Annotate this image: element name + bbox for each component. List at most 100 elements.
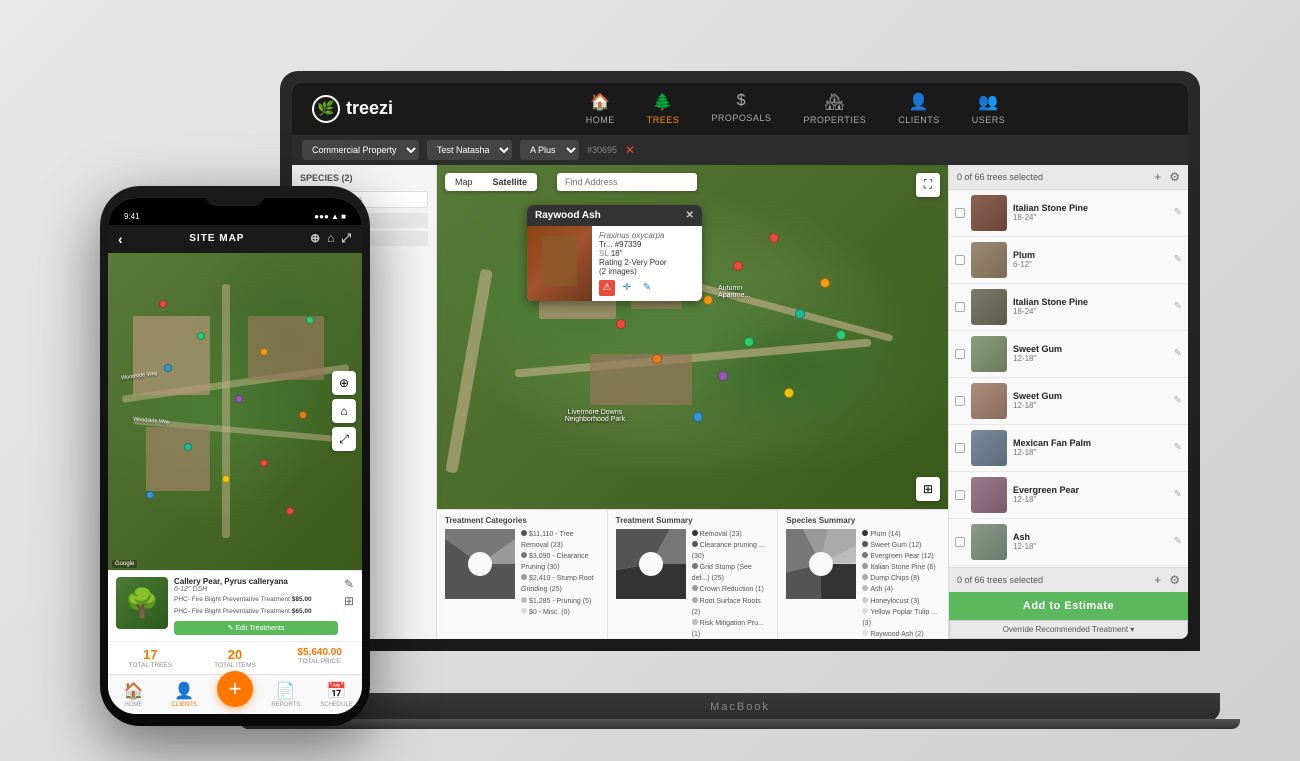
tree-checkbox-4[interactable] — [955, 349, 965, 359]
phone-pin-3[interactable] — [164, 364, 172, 372]
phone-stat-price: $5,640.00 TOTAL PRICE — [277, 647, 362, 669]
tree-checkbox-7[interactable] — [955, 490, 965, 500]
tree-pin-2[interactable] — [703, 295, 713, 305]
phone-pin-12[interactable] — [286, 507, 294, 515]
tree-list-item[interactable]: Ash 12-18" ✎ — [949, 519, 1188, 566]
add-to-estimate-button[interactable]: Add to Estimate — [949, 592, 1188, 620]
tree-list-item[interactable]: Sweet Gum 12-18" ✎ — [949, 378, 1188, 425]
tree-pin-5[interactable] — [718, 371, 728, 381]
tree-pin-3[interactable] — [744, 337, 754, 347]
phone-nav-reports[interactable]: 📄 REPORTS — [260, 675, 311, 714]
tree-popup-icons: ⚠ ✛ ✎ — [599, 280, 667, 296]
phone-pin-1[interactable] — [159, 300, 167, 308]
treatment-summary-pie — [616, 529, 686, 599]
phone-edit-treatments-button[interactable]: ✎ Edit Treatments — [174, 621, 338, 635]
phone-pin-11[interactable] — [146, 491, 154, 499]
tree-edit-2[interactable]: ✎ — [1174, 254, 1182, 265]
tree-checkbox-1[interactable] — [955, 208, 965, 218]
tree-edit-6[interactable]: ✎ — [1174, 442, 1182, 453]
tree-checkbox-6[interactable] — [955, 443, 965, 453]
nav-users-label: USERS — [972, 115, 1006, 125]
phone-nav-clients[interactable]: 👤 CLIENTS — [159, 675, 210, 714]
phone-add-button[interactable]: + — [217, 671, 253, 707]
phone-map-btn-1[interactable]: ⊕ — [332, 371, 356, 395]
phone-nav-home[interactable]: 🏠 HOME — [108, 675, 159, 714]
tree-pin-6[interactable] — [795, 309, 805, 319]
tree-pin-11[interactable] — [693, 412, 703, 422]
tree-edit-3[interactable]: ✎ — [1174, 301, 1182, 312]
tree-list-item[interactable]: Mexican Fan Palm 12-18" ✎ — [949, 425, 1188, 472]
tree-list-item[interactable]: Italian Stone Pine 18-24" ✎ — [949, 284, 1188, 331]
scene: 🌿 treezi 🏠 HOME 🌲 TREES — [100, 21, 1200, 741]
tree-edit-7[interactable]: ✎ — [1174, 489, 1182, 500]
map-layers-button[interactable]: ⊞ — [916, 477, 940, 501]
tree-info-5: Sweet Gum 12-18" — [1013, 391, 1168, 410]
client-select[interactable]: Test Natasha — [427, 140, 512, 160]
tree-list-item[interactable]: Sweet Gum 12-18" ✎ — [949, 331, 1188, 378]
tree-size-7: 12-18" — [1013, 495, 1168, 504]
nav-trees[interactable]: 🌲 TREES — [631, 86, 696, 131]
tree-edit-5[interactable]: ✎ — [1174, 395, 1182, 406]
edit-icon[interactable]: ✎ — [639, 280, 655, 296]
phone-back-button[interactable]: ‹ — [118, 231, 124, 247]
phone-copy-icon[interactable]: ⊞ — [344, 594, 354, 608]
tree-scientific-name: Fraxinus oxycarpa — [599, 231, 667, 240]
map-tab-map[interactable]: Map — [445, 173, 483, 191]
settings-icon[interactable]: ⚙ — [1169, 170, 1180, 184]
nav-proposals-label: PROPOSALS — [711, 113, 771, 123]
popup-close-icon[interactable]: ✕ — [686, 210, 694, 221]
phone-home-icon[interactable]: ⌂ — [327, 231, 335, 246]
phone-nav-schedule[interactable]: 📅 SCHEDULE — [311, 675, 362, 714]
tree-list-item[interactable]: Evergreen Pear 12-18" ✎ — [949, 472, 1188, 519]
tree-edit-4[interactable]: ✎ — [1174, 348, 1182, 359]
tree-edit-8[interactable]: ✎ — [1174, 536, 1182, 547]
tree-info-4: Sweet Gum 12-18" — [1013, 344, 1168, 363]
species-summary-content: Plum (14) Sweet Gum (12) Evergreen Pear … — [786, 529, 940, 639]
tree-edit-1[interactable]: ✎ — [1174, 207, 1182, 218]
treatment-categories-chart: Treatment Categories — [437, 510, 608, 639]
phone-resize-icon[interactable]: ⤢ — [341, 231, 352, 246]
tree-checkbox-8[interactable] — [955, 537, 965, 547]
tree-list-item[interactable]: Italian Stone Pine 18-24" ✎ — [949, 190, 1188, 237]
tree-info-2: Plum 6-12" — [1013, 250, 1168, 269]
add-tree-button[interactable]: + — [1154, 170, 1161, 184]
tree-pin-10[interactable] — [836, 330, 846, 340]
tree-thumbnail-2 — [971, 242, 1007, 278]
tree-rating: Rating 2-Very Poor — [599, 258, 667, 267]
property-type-select[interactable]: Commercial Property — [302, 140, 419, 160]
tree-checkbox-2[interactable] — [955, 255, 965, 265]
tree-checkbox-5[interactable] — [955, 396, 965, 406]
fullscreen-button[interactable]: ⛶ — [916, 173, 940, 197]
phone-pin-5[interactable] — [235, 395, 243, 403]
phone-map-controls: ⊕ ⌂ ⤢ — [332, 371, 356, 451]
map-tab-satellite[interactable]: Satellite — [483, 173, 538, 191]
nav-users[interactable]: 👥 USERS — [956, 86, 1022, 131]
nav-proposals[interactable]: $ PROPOSALS — [695, 86, 787, 131]
tree-pin-7[interactable] — [652, 354, 662, 364]
nav-clients[interactable]: 👤 CLIENTS — [882, 86, 956, 131]
nav-clients-label: CLIENTS — [898, 115, 940, 125]
building-3 — [590, 354, 692, 406]
footer-settings-icon[interactable]: ⚙ — [1169, 573, 1180, 587]
property-select[interactable]: A Plus — [520, 140, 579, 160]
phone-nav-reports-label: REPORTS — [271, 702, 300, 708]
phone-edit-card-icon[interactable]: ✎ — [344, 577, 354, 591]
tree-checkbox-3[interactable] — [955, 302, 965, 312]
move-icon[interactable]: ✛ — [619, 280, 635, 296]
override-treatment-button[interactable]: Override Recommended Treatment ▾ — [949, 620, 1188, 639]
phone-location-icon[interactable]: ⊕ — [310, 231, 321, 246]
phone-nav-clients-label: CLIENTS — [172, 702, 197, 708]
phone-pin-2[interactable] — [197, 332, 205, 340]
hazard-icon[interactable]: ⚠ — [599, 280, 615, 296]
close-job-icon[interactable]: ✕ — [625, 143, 635, 157]
find-address-input[interactable] — [557, 173, 697, 191]
footer-add-icon[interactable]: + — [1154, 573, 1161, 587]
phone-pin-7[interactable] — [260, 459, 268, 467]
nav-home[interactable]: 🏠 HOME — [570, 86, 631, 131]
phone-pin-9[interactable] — [299, 411, 307, 419]
tree-list-item[interactable]: Plum 6-12" ✎ — [949, 237, 1188, 284]
phone-map-btn-2[interactable]: ⌂ — [332, 399, 356, 423]
treatment-categories-pie — [445, 529, 515, 599]
nav-properties[interactable]: 🏘 PROPERTIES — [787, 86, 882, 131]
phone-map-btn-3[interactable]: ⤢ — [332, 427, 356, 451]
